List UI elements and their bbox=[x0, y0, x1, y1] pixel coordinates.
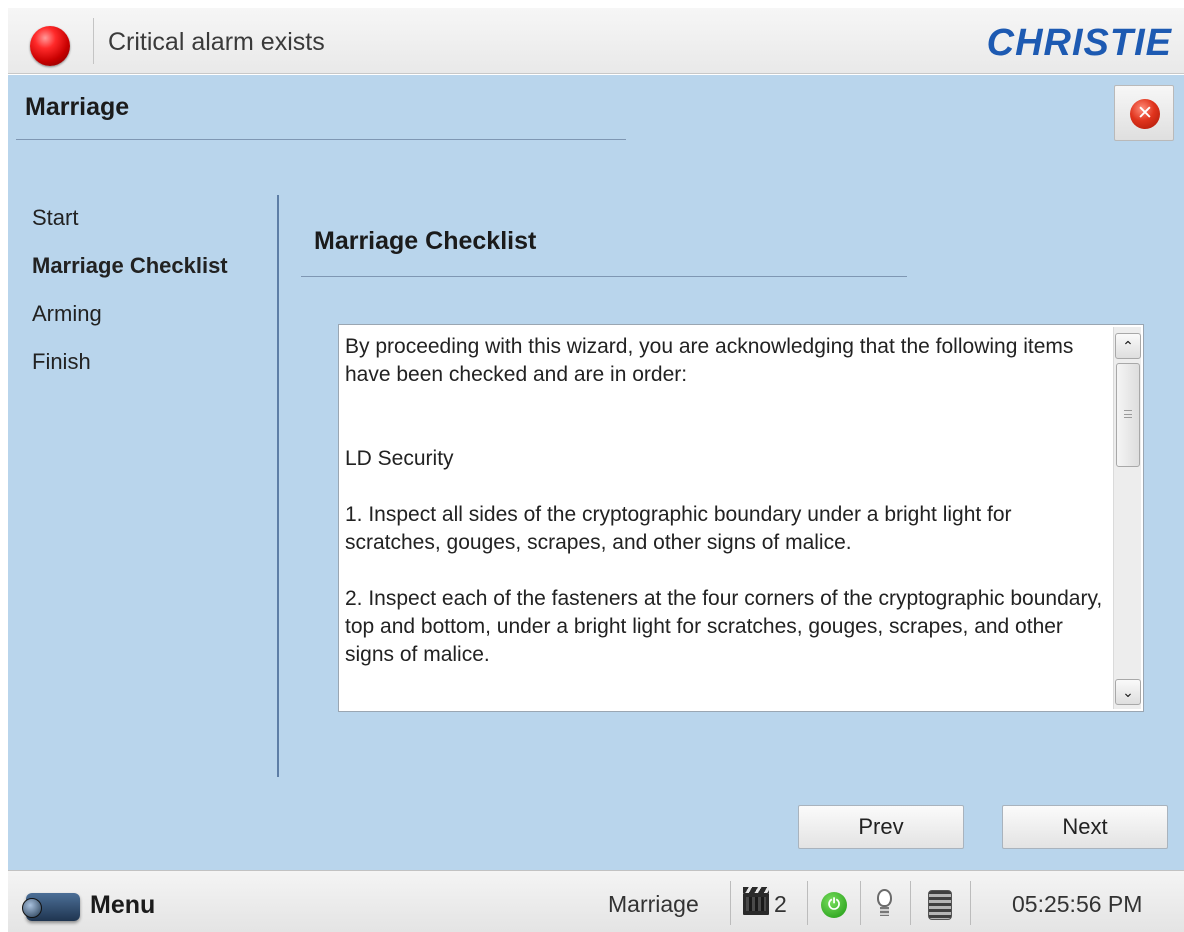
wizard-step-start[interactable]: Start bbox=[32, 205, 272, 253]
christie-logo: CHRISTIE bbox=[986, 22, 1172, 64]
top-status-bar: Critical alarm exists CHRISTIE bbox=[8, 8, 1184, 74]
alarm-status-text[interactable]: Critical alarm exists bbox=[108, 28, 325, 57]
main-panel: Marriage ✕ Start Marriage Checklist Armi… bbox=[8, 75, 1184, 870]
lamp-bulb-icon[interactable] bbox=[874, 889, 896, 923]
checklist-intro: By proceeding with this wizard, you are … bbox=[345, 335, 1074, 386]
bulb-glass bbox=[877, 889, 892, 907]
close-icon: ✕ bbox=[1130, 99, 1160, 129]
mode-status-text: Marriage bbox=[608, 891, 699, 917]
wizard-step-marriage-checklist[interactable]: Marriage Checklist bbox=[32, 253, 272, 301]
top-divider bbox=[93, 18, 94, 64]
wizard-steps: Start Marriage Checklist Arming Finish bbox=[32, 205, 272, 397]
projector-lens bbox=[22, 898, 42, 918]
power-icon[interactable]: ⏻ bbox=[821, 892, 847, 918]
wizard-step-arming[interactable]: Arming bbox=[32, 301, 272, 349]
clock: 05:25:56 PM bbox=[1012, 891, 1143, 917]
scroll-up-button[interactable]: ⌃ bbox=[1115, 333, 1141, 359]
checklist-heading: LD Security bbox=[345, 447, 454, 470]
prev-button[interactable]: Prev bbox=[798, 805, 964, 849]
section-title: Marriage Checklist bbox=[314, 227, 537, 255]
clapperboard-icon[interactable] bbox=[743, 887, 769, 915]
bulb-base bbox=[880, 907, 889, 916]
section-divider bbox=[301, 276, 907, 277]
taskbar-separator bbox=[807, 881, 808, 925]
dowser-shutter bbox=[928, 890, 952, 920]
grip-icon bbox=[1124, 410, 1132, 418]
checklist-content: By proceeding with this wizard, you are … bbox=[339, 325, 1111, 711]
checklist-textbox[interactable]: By proceeding with this wizard, you are … bbox=[338, 324, 1144, 712]
checklist-item: 1. Inspect all sides of the cryptographi… bbox=[345, 503, 1012, 554]
next-button[interactable]: Next bbox=[1002, 805, 1168, 849]
alarm-indicator-icon[interactable] bbox=[30, 26, 70, 66]
title-divider bbox=[16, 139, 626, 140]
chevron-down-icon: ⌄ bbox=[1122, 684, 1134, 700]
scroll-down-button[interactable]: ⌄ bbox=[1115, 679, 1141, 705]
projector-menu-icon[interactable] bbox=[22, 889, 84, 925]
taskbar-separator bbox=[860, 881, 861, 925]
dowser-icon[interactable] bbox=[922, 886, 958, 924]
close-button[interactable]: ✕ bbox=[1114, 85, 1174, 141]
wizard-step-finish[interactable]: Finish bbox=[32, 349, 272, 397]
taskbar: Menu Marriage 2 ⏻ 05:25:56 PM bbox=[8, 870, 1184, 932]
show-count: 2 bbox=[774, 891, 787, 917]
steps-divider bbox=[277, 195, 279, 777]
scroll-thumb[interactable] bbox=[1116, 363, 1140, 467]
page-title: Marriage bbox=[25, 93, 130, 121]
vertical-scrollbar[interactable]: ⌃ ⌄ bbox=[1113, 327, 1141, 709]
checklist-item: 2. Inspect each of the fasteners at the … bbox=[345, 587, 1103, 666]
chevron-up-icon: ⌃ bbox=[1122, 338, 1134, 354]
menu-button[interactable]: Menu bbox=[90, 891, 155, 920]
taskbar-separator bbox=[730, 881, 731, 925]
taskbar-separator bbox=[970, 881, 971, 925]
taskbar-separator bbox=[910, 881, 911, 925]
